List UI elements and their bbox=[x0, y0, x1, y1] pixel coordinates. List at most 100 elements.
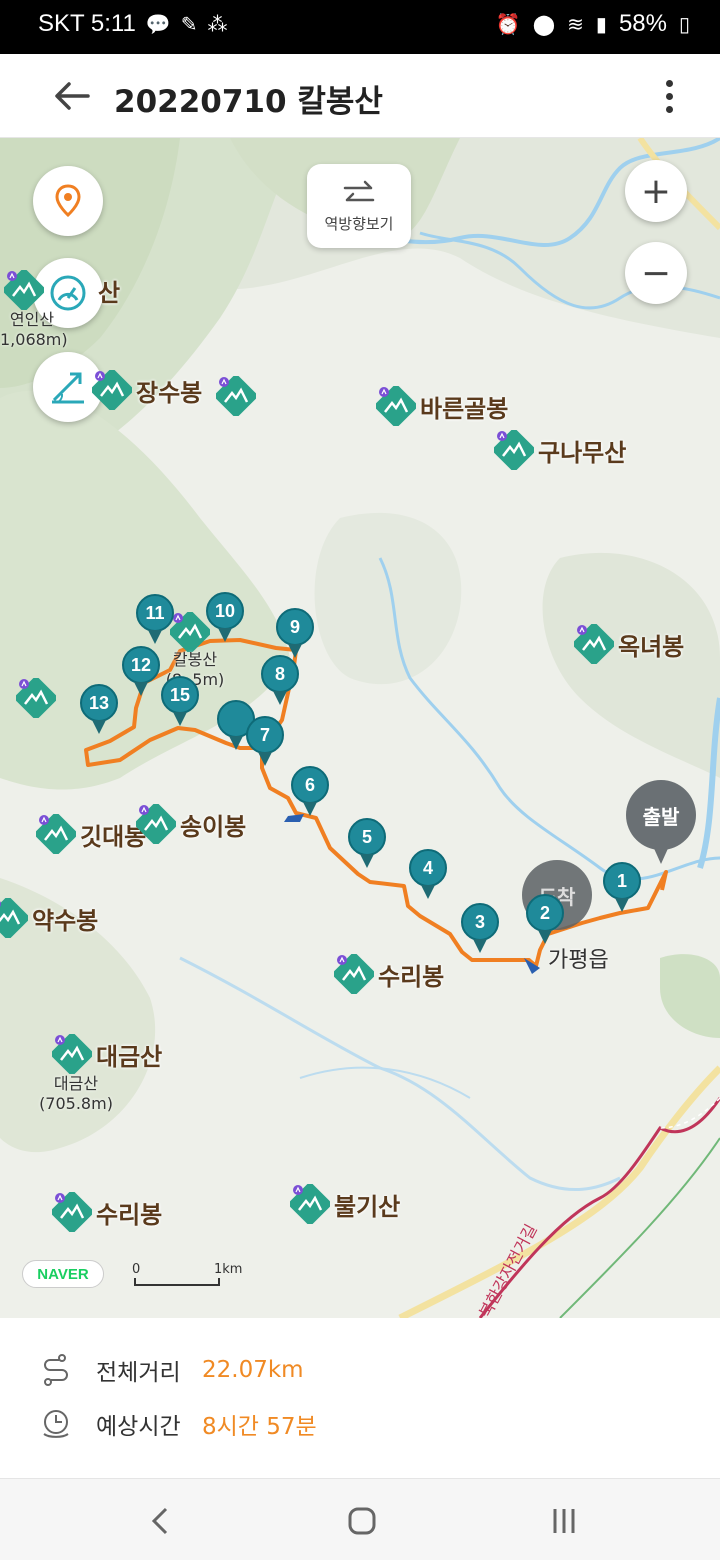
distance-row: 전체거리 22.07km bbox=[38, 1352, 304, 1388]
peak-marker[interactable]: 수리봉 bbox=[51, 1191, 162, 1233]
pen-icon: ✎ bbox=[180, 13, 198, 36]
peak-marker[interactable]: 송이봉 bbox=[135, 803, 247, 845]
waypoint-number: 12 bbox=[122, 646, 160, 684]
waypoint-number: 15 bbox=[161, 676, 199, 714]
peak-marker[interactable]: 옥녀봉 bbox=[573, 623, 684, 665]
waypoint-marker[interactable]: 11 bbox=[136, 594, 174, 644]
waypoint-number: 2 bbox=[526, 894, 564, 932]
nav-home-button[interactable] bbox=[332, 1499, 392, 1543]
waypoint-number: 7 bbox=[246, 716, 284, 754]
status-left: SKT 5:11 💬 ✎ ⁂ bbox=[38, 10, 228, 38]
waypoint-marker[interactable]: 8 bbox=[261, 655, 299, 705]
mountain-icon bbox=[35, 813, 77, 855]
waypoint-number: 4 bbox=[409, 849, 447, 887]
page-title: 20220710 칼봉산 bbox=[114, 84, 383, 120]
peak-name: 불기산 bbox=[334, 1192, 401, 1221]
peak-sub-label: 대금산 (705.8m) bbox=[39, 1074, 113, 1113]
app-header: 20220710 칼봉산 bbox=[0, 54, 720, 138]
arrow-left-icon bbox=[55, 82, 90, 110]
waypoint-marker[interactable]: 13 bbox=[80, 684, 118, 734]
nav-back-button[interactable] bbox=[130, 1499, 190, 1543]
shoe-icon: ⁂ bbox=[207, 13, 228, 36]
waypoint-marker[interactable]: 3 bbox=[461, 903, 499, 953]
carrier-time: SKT 5:11 bbox=[38, 10, 136, 37]
peak-marker[interactable]: 대금산 bbox=[51, 1033, 163, 1075]
mountain-icon bbox=[375, 385, 417, 427]
route-distance-icon bbox=[44, 1354, 68, 1386]
system-nav-bar bbox=[0, 1478, 720, 1560]
waypoint-number: 10 bbox=[206, 592, 244, 630]
location-button[interactable] bbox=[33, 166, 103, 236]
peak-marker[interactable]: 구나무산 bbox=[493, 429, 626, 471]
peak-name: 대금산 bbox=[96, 1042, 163, 1071]
more-options-button[interactable] bbox=[654, 72, 684, 120]
waypoint-marker[interactable]: 12 bbox=[122, 646, 160, 696]
distance-value: 22.07km bbox=[202, 1357, 304, 1383]
waypoint-marker[interactable]: 4 bbox=[409, 849, 447, 899]
waypoint-number: 3 bbox=[461, 903, 499, 941]
peak-name: 약수봉 bbox=[32, 906, 99, 935]
mountain-icon bbox=[3, 269, 45, 311]
peak-marker[interactable]: 불기산 bbox=[289, 1183, 401, 1225]
route-summary: 전체거리 22.07km 예상시간 8시간 57분 bbox=[0, 1318, 720, 1478]
peak-name: 바른골봉 bbox=[420, 394, 509, 423]
distance-label: 전체거리 bbox=[96, 1360, 181, 1386]
waypoint-marker[interactable]: 9 bbox=[276, 608, 314, 658]
start-marker[interactable]: 출발 bbox=[626, 780, 696, 864]
peak-marker[interactable]: 산 bbox=[3, 269, 120, 311]
provider-logo: NAVER bbox=[22, 1260, 104, 1288]
peak-marker[interactable]: 약수봉 bbox=[0, 897, 99, 939]
time-value: 8시간 57분 bbox=[202, 1414, 317, 1440]
zoom-in-button[interactable]: + bbox=[625, 160, 687, 222]
recents-nav-icon bbox=[553, 1509, 575, 1533]
status-right: ⏰ ⬤ ≋ ▮ 58% ▯ bbox=[496, 10, 690, 38]
wifi-icon: ≋ bbox=[567, 13, 584, 36]
waypoint-marker[interactable]: 6 bbox=[291, 766, 329, 816]
waypoint-marker[interactable]: 15 bbox=[161, 676, 199, 726]
peak-marker[interactable]: 깃대봉 bbox=[35, 813, 146, 855]
peak-marker[interactable] bbox=[169, 611, 211, 653]
mountain-icon bbox=[15, 677, 57, 719]
time-label: 예상시간 bbox=[96, 1414, 181, 1440]
mountain-icon bbox=[135, 803, 177, 845]
mountain-icon bbox=[215, 375, 257, 417]
mountain-icon bbox=[0, 897, 29, 939]
peak-name: 송이봉 bbox=[180, 812, 247, 841]
map-scale: 0 1km bbox=[132, 1262, 252, 1288]
waypoint-marker[interactable]: 1 bbox=[603, 862, 641, 912]
peak-marker[interactable]: 장수봉 bbox=[91, 369, 202, 411]
signal-icon: ▮ bbox=[595, 13, 607, 36]
waypoint-number: 11 bbox=[136, 594, 174, 632]
peak-marker[interactable] bbox=[215, 375, 257, 417]
more-vertical-icon bbox=[665, 79, 673, 87]
waypoint-number: 6 bbox=[291, 766, 329, 804]
waypoint-marker[interactable]: 5 bbox=[348, 818, 386, 868]
waypoint-number: 13 bbox=[80, 684, 118, 722]
back-nav-icon bbox=[151, 1507, 168, 1535]
battery-icon: ▯ bbox=[678, 13, 690, 36]
waypoint-marker[interactable]: 10 bbox=[206, 592, 244, 642]
peak-sub-label: 연인산 1,068m) bbox=[0, 310, 68, 349]
zoom-out-button[interactable]: − bbox=[625, 242, 687, 304]
mountain-icon bbox=[169, 611, 211, 653]
waypoint-number: 1 bbox=[603, 862, 641, 900]
clock-icon bbox=[43, 1410, 69, 1438]
peak-name: 수리봉 bbox=[378, 962, 445, 991]
peak-marker[interactable]: 수리봉 bbox=[333, 953, 445, 995]
talk-icon: 💬 bbox=[145, 13, 171, 36]
mountain-icon bbox=[51, 1033, 93, 1075]
waypoint-marker[interactable]: 7 bbox=[246, 716, 284, 766]
reverse-direction-button[interactable]: 역방향보기 bbox=[307, 164, 411, 248]
town-label: 가평읍 bbox=[548, 948, 609, 973]
peak-marker[interactable]: 바른골봉 bbox=[375, 385, 509, 427]
battery-level: 58% bbox=[618, 10, 667, 37]
waypoint-marker[interactable]: 2 bbox=[526, 894, 564, 944]
nav-recents-button[interactable] bbox=[534, 1499, 594, 1543]
alarm-icon: ⏰ bbox=[495, 13, 521, 36]
start-label: 출발 bbox=[626, 780, 696, 850]
status-bar: SKT 5:11 💬 ✎ ⁂ ⏰ ⬤ ≋ ▮ 58% ▯ bbox=[0, 0, 720, 54]
time-row: 예상시간 8시간 57분 bbox=[38, 1406, 317, 1442]
back-button[interactable] bbox=[48, 72, 96, 120]
peak-marker[interactable] bbox=[15, 677, 57, 719]
route-map[interactable]: 역방향보기 + − 산 연인산 1,068m) 장수봉 바른골봉 구나무산 옥녀… bbox=[0, 138, 720, 1318]
